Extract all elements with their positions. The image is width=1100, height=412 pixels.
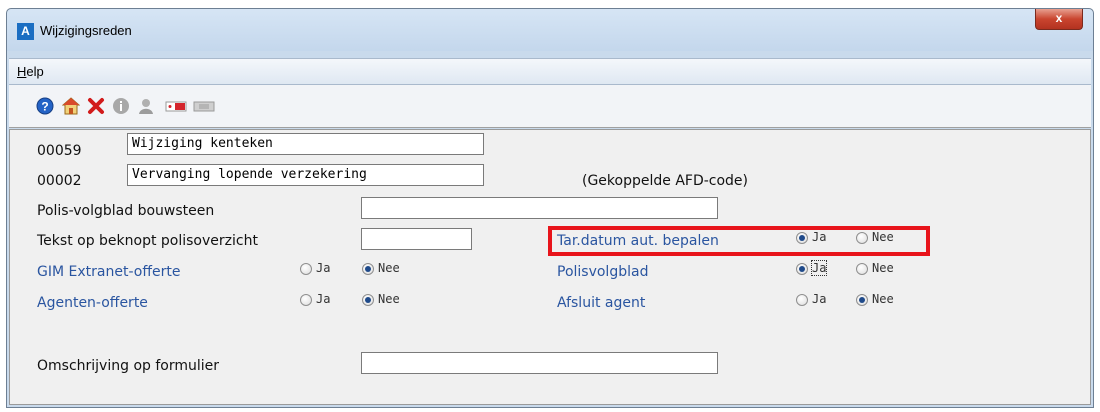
- agenten-offerte-label: Agenten-offerte: [37, 295, 148, 311]
- title-bar[interactable]: A Wijzigingsreden x: [7, 9, 1093, 51]
- agenten-offerte-ja-label[interactable]: Ja: [316, 292, 330, 306]
- reden-description-field[interactable]: Wijziging kenteken: [127, 133, 484, 155]
- polisvolgblad-ja-label[interactable]: Ja: [810, 260, 828, 276]
- card-red-icon[interactable]: [165, 97, 187, 115]
- afd-description-field[interactable]: Vervanging lopende verzekering: [127, 164, 484, 186]
- menu-help-label: elp: [26, 64, 44, 79]
- gim-extranet-nee-label[interactable]: Nee: [378, 261, 400, 275]
- svg-text:?: ?: [41, 100, 48, 114]
- gim-extranet-ja-radio[interactable]: [300, 263, 312, 275]
- agenten-offerte-ja-radio[interactable]: [300, 294, 312, 306]
- person-icon[interactable]: [137, 97, 155, 115]
- card-gray-icon[interactable]: [193, 97, 215, 115]
- gim-extranet-label: GIM Extranet-offerte: [37, 264, 181, 280]
- code-label-row2: 00002: [37, 173, 82, 189]
- home-icon[interactable]: [62, 97, 80, 115]
- afsluit-agent-ja-label[interactable]: Ja: [812, 292, 826, 306]
- close-button[interactable]: x: [1035, 9, 1083, 30]
- afsluit-agent-nee-label[interactable]: Nee: [872, 292, 894, 306]
- code-label-row1: 00059: [37, 143, 82, 159]
- toolbar: ?: [9, 85, 1091, 128]
- afsluit-agent-ja-radio[interactable]: [796, 294, 808, 306]
- app-icon: A: [17, 23, 34, 40]
- polis-volgblad-bouwsteen-input[interactable]: [361, 197, 718, 219]
- info-icon[interactable]: [112, 97, 130, 115]
- gim-extranet-ja-label[interactable]: Ja: [316, 261, 330, 275]
- tekst-beknopt-input[interactable]: [361, 228, 472, 250]
- menu-help-mnemonic: H: [17, 64, 27, 79]
- menu-bar: Help: [9, 58, 1091, 85]
- afsluit-agent-label: Afsluit agent: [557, 295, 646, 311]
- afsluit-agent-nee-radio[interactable]: [856, 294, 868, 306]
- highlight-annotation: [548, 226, 930, 256]
- help-icon[interactable]: ?: [36, 97, 54, 115]
- menu-help[interactable]: Help: [17, 64, 44, 79]
- delete-icon[interactable]: [87, 97, 105, 115]
- polis-volgblad-bouwsteen-label: Polis-volgblad bouwsteen: [37, 203, 215, 219]
- polisvolgblad-nee-label[interactable]: Nee: [872, 261, 894, 275]
- polisvolgblad-nee-radio[interactable]: [856, 263, 868, 275]
- agenten-offerte-nee-radio[interactable]: [362, 294, 374, 306]
- omschrijving-label: Omschrijving op formulier: [37, 358, 220, 374]
- omschrijving-input[interactable]: [361, 352, 718, 374]
- agenten-offerte-nee-label[interactable]: Nee: [378, 292, 400, 306]
- polisvolgblad-ja-radio[interactable]: [796, 263, 808, 275]
- window-title: Wijzigingsreden: [40, 23, 132, 38]
- gim-extranet-nee-radio[interactable]: [362, 263, 374, 275]
- afd-code-note: (Gekoppelde AFD-code): [582, 173, 749, 189]
- tekst-beknopt-label: Tekst op beknopt polisoverzicht: [37, 233, 258, 249]
- polisvolgblad-label: Polisvolgblad: [557, 264, 649, 280]
